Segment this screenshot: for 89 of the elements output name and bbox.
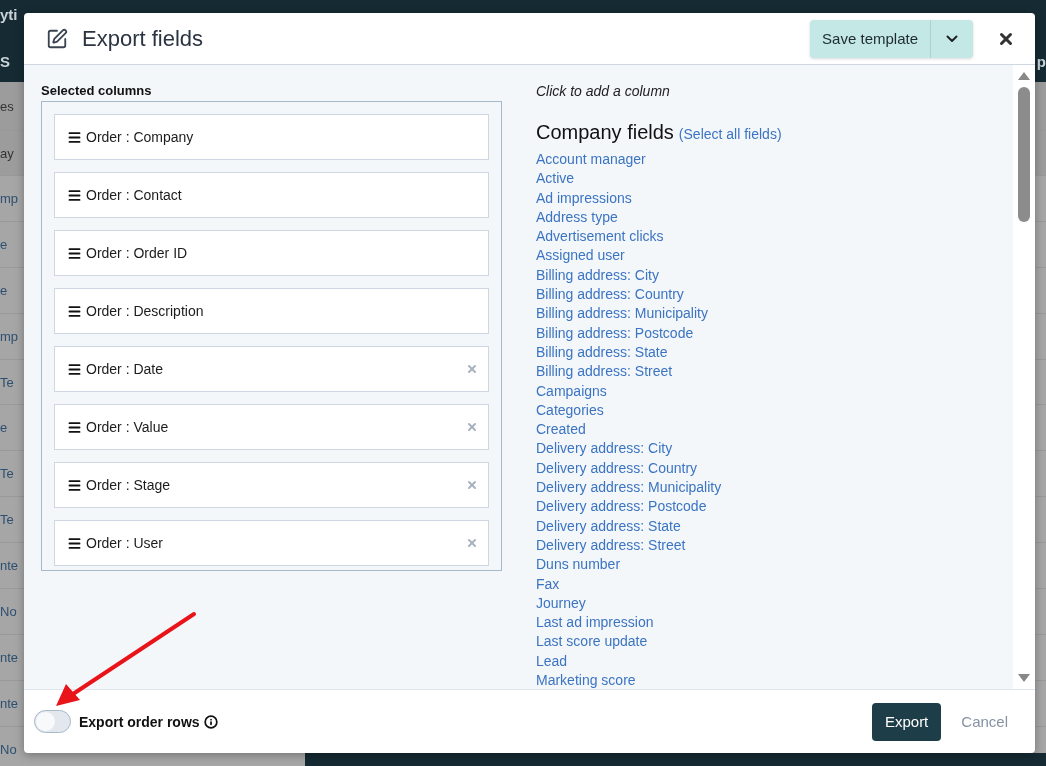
table-cell: Te [0,466,14,482]
field-link[interactable]: Address type [536,207,1013,228]
column-item[interactable]: Order : Company [54,114,489,160]
table-cell: Te [0,512,14,528]
drag-handle-icon[interactable] [67,303,82,319]
select-all-link[interactable]: (Select all fields) [678,126,782,142]
field-link[interactable]: Billing address: State [536,342,1013,363]
column-item[interactable]: Order : User [54,520,489,566]
field-link[interactable]: Delivery address: Municipality [536,478,1013,498]
field-link[interactable]: Created [536,420,1013,440]
column-item[interactable]: Order : Stage [54,462,489,508]
table-cell: nte [0,649,19,665]
table-cell: nte [0,558,19,574]
hint-text: Click to add a column [536,83,671,99]
drag-handle-icon[interactable] [67,535,82,551]
export-button[interactable]: Export [871,702,942,741]
nav-link[interactable]: yti [0,6,18,23]
field-link[interactable]: Fax [536,574,1013,594]
column-label: Order : Stage [86,477,172,493]
toggle-switch[interactable] [34,710,71,733]
scrollbar[interactable] [1013,65,1035,689]
info-icon[interactable] [203,714,218,729]
column-label: Order : Value [86,419,170,435]
field-link[interactable]: Delivery address: Street [536,535,1013,556]
field-link[interactable]: Billing address: Street [536,362,1013,382]
table-cell: e [0,236,8,252]
column-item[interactable]: Order : Date [54,346,489,392]
column-label: Order : Date [86,361,165,377]
field-link[interactable]: Categories [536,400,1013,421]
remove-icon [466,537,478,549]
scroll-thumb[interactable] [1018,87,1030,222]
field-link[interactable]: Campaigns [536,381,1013,401]
remove-icon [466,363,478,375]
table-header-text: ay [0,145,14,161]
field-link[interactable]: Billing address: Country [536,285,1013,305]
scroll-down-icon[interactable] [1017,673,1031,683]
drag-handle-icon[interactable] [67,477,82,493]
field-link[interactable]: Delivery address: Country [536,458,1013,479]
section-heading: Selected columns [41,83,153,98]
field-link[interactable]: Billing address: Postcode [536,323,1013,343]
column-item[interactable]: Order : Contact [54,172,489,218]
field-link[interactable]: Lead [536,651,1013,671]
toggle-label: Export order rows [79,713,200,730]
table-cell: mp [0,190,19,206]
column-label: Order : User [86,535,164,551]
field-link[interactable]: Duns number [536,555,1013,575]
drag-handle-icon[interactable] [67,187,82,203]
remove-icon [466,421,478,433]
field-link[interactable]: Delivery address: Postcode [536,497,1013,517]
field-link[interactable]: Advertisement clicks [536,227,1013,247]
field-link[interactable]: Last ad impression [536,613,1013,633]
column-item[interactable]: Order : Description [54,288,489,334]
remove-icon [466,479,478,491]
nav-link[interactable]: S [0,53,10,70]
field-link[interactable]: Delivery address: City [536,439,1013,459]
drag-handle-icon[interactable] [67,419,82,435]
drag-handle-icon[interactable] [67,129,82,145]
column-item[interactable]: Order : Order ID [54,230,489,276]
edit-icon [46,27,68,50]
table-cell: e [0,282,8,298]
cancel-button[interactable]: Cancel [957,713,1012,730]
table-cell: Te [0,374,14,390]
table-header-text: es [0,98,14,114]
drag-handle-icon[interactable] [67,361,82,377]
drag-handle-icon[interactable] [67,245,82,261]
dialog-title: Export fields [82,25,205,52]
field-link[interactable]: Billing address: City [536,265,1013,286]
field-link[interactable]: Journey [536,593,1013,614]
column-label: Order : Company [86,129,195,145]
field-link[interactable]: Billing address: Municipality [536,304,1013,324]
column-item[interactable]: Order : Value [54,404,489,450]
nav-link[interactable]: p [1036,53,1046,70]
table-cell: e [0,420,8,436]
table-cell: No [0,741,17,757]
field-link[interactable]: Ad impressions [536,188,1013,208]
chevron-down-icon [946,34,958,43]
field-link[interactable]: Active [536,169,1013,189]
table-cell: mp [0,328,19,344]
field-link[interactable]: Delivery address: State [536,516,1013,536]
group-title: Company fields [536,121,674,144]
field-link[interactable]: Account manager [536,150,1013,170]
table-cell: nte [0,695,19,711]
field-link[interactable]: Last score update [536,632,1013,652]
field-link[interactable]: Marketing score [536,671,1013,689]
column-label: Order : Description [86,303,205,319]
column-label: Order : Order ID [86,245,189,261]
field-link[interactable]: Assigned user [536,246,1013,266]
table-cell: No [0,603,17,619]
column-label: Order : Contact [86,187,183,203]
